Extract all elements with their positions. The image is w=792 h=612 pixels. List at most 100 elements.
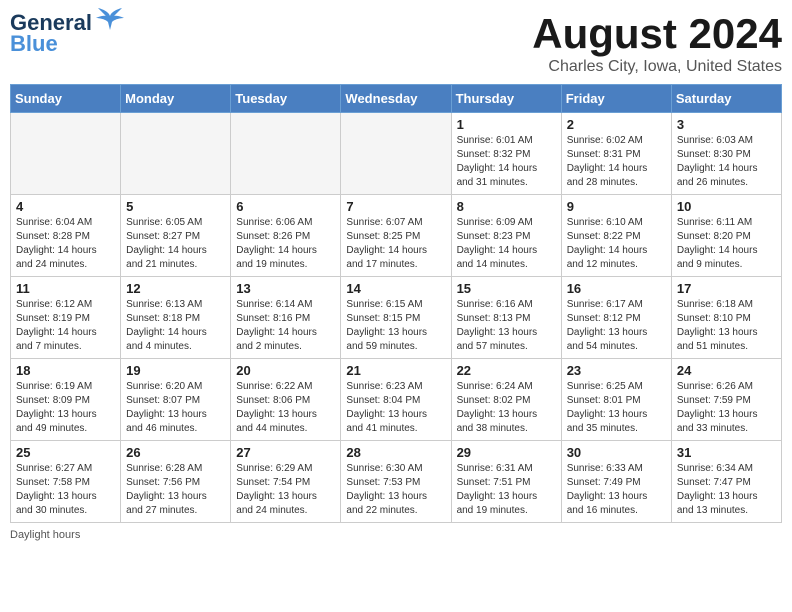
calendar-cell: 21 Sunrise: 6:23 AM Sunset: 8:04 PM Dayli… — [341, 359, 451, 441]
day-info: Sunrise: 6:18 AM Sunset: 8:10 PM Dayligh… — [677, 299, 758, 352]
day-number: 1 — [457, 117, 556, 132]
calendar-cell: 7Sunrise: 6:07 AM Sunset: 8:25 PM Daylig… — [341, 195, 451, 277]
day-info: Sunrise: 6:01 AM Sunset: 8:32 PM Dayligh… — [457, 135, 538, 188]
day-number: 24 — [677, 363, 776, 378]
day-info: Sunrise: 6:14 AM Sunset: 8:16 PM Dayligh… — [236, 299, 317, 352]
day-info: Sunrise: 6:06 AM Sunset: 8:26 PM Dayligh… — [236, 217, 317, 270]
day-number: 4 — [16, 199, 115, 214]
day-info: Sunrise: 6:16 AM Sunset: 8:13 PM Dayligh… — [457, 299, 538, 352]
calendar-cell: 15 Sunrise: 6:16 AM Sunset: 8:13 PM Dayli… — [451, 277, 561, 359]
col-thursday: Thursday — [451, 85, 561, 113]
calendar-cell: 13 Sunrise: 6:14 AM Sunset: 8:16 PM Dayli… — [231, 277, 341, 359]
calendar-cell: 20 Sunrise: 6:22 AM Sunset: 8:06 PM Dayli… — [231, 359, 341, 441]
calendar-table: Sunday Monday Tuesday Wednesday Thursday… — [10, 84, 782, 523]
calendar-title: August 2024 — [532, 10, 782, 58]
day-info: Sunrise: 6:20 AM Sunset: 8:07 PM Dayligh… — [126, 381, 207, 434]
week-row-0: 1 Sunrise: 6:01 AM Sunset: 8:32 PM Daylig… — [11, 113, 782, 195]
calendar-cell: 17Sunrise: 6:18 AM Sunset: 8:10 PM Dayli… — [671, 277, 781, 359]
day-info: Sunrise: 6:12 AM Sunset: 8:19 PM Dayligh… — [16, 299, 97, 352]
day-info: Sunrise: 6:04 AM Sunset: 8:28 PM Dayligh… — [16, 217, 97, 270]
day-number: 13 — [236, 281, 335, 296]
day-info: Sunrise: 6:30 AM Sunset: 7:53 PM Dayligh… — [346, 463, 427, 516]
calendar-cell: 4 Sunrise: 6:04 AM Sunset: 8:28 PM Daylig… — [11, 195, 121, 277]
day-number: 23 — [567, 363, 666, 378]
calendar-cell: 16Sunrise: 6:17 AM Sunset: 8:12 PM Dayli… — [561, 277, 671, 359]
calendar-body: 1 Sunrise: 6:01 AM Sunset: 8:32 PM Daylig… — [11, 113, 782, 523]
title-area: August 2024 Charles City, Iowa, United S… — [532, 10, 782, 76]
day-info: Sunrise: 6:11 AM Sunset: 8:20 PM Dayligh… — [677, 217, 758, 270]
day-info: Sunrise: 6:13 AM Sunset: 8:18 PM Dayligh… — [126, 299, 207, 352]
day-info: Sunrise: 6:24 AM Sunset: 8:02 PM Dayligh… — [457, 381, 538, 434]
calendar-cell: 30 Sunrise: 6:33 AM Sunset: 7:49 PM Dayli… — [561, 441, 671, 523]
day-number: 9 — [567, 199, 666, 214]
calendar-cell: 26Sunrise: 6:28 AM Sunset: 7:56 PM Dayli… — [121, 441, 231, 523]
day-number: 5 — [126, 199, 225, 214]
day-number: 2 — [567, 117, 666, 132]
day-number: 14 — [346, 281, 445, 296]
calendar-cell: 29Sunrise: 6:31 AM Sunset: 7:51 PM Dayli… — [451, 441, 561, 523]
day-info: Sunrise: 6:09 AM Sunset: 8:23 PM Dayligh… — [457, 217, 538, 270]
calendar-cell: 31 Sunrise: 6:34 AM Sunset: 7:47 PM Dayli… — [671, 441, 781, 523]
day-info: Sunrise: 6:27 AM Sunset: 7:58 PM Dayligh… — [16, 463, 97, 516]
day-number: 6 — [236, 199, 335, 214]
day-info: Sunrise: 6:07 AM Sunset: 8:25 PM Dayligh… — [346, 217, 427, 270]
day-info: Sunrise: 6:34 AM Sunset: 7:47 PM Dayligh… — [677, 463, 758, 516]
calendar-cell: 8 Sunrise: 6:09 AM Sunset: 8:23 PM Daylig… — [451, 195, 561, 277]
calendar-cell — [11, 113, 121, 195]
day-number: 16 — [567, 281, 666, 296]
day-number: 11 — [16, 281, 115, 296]
calendar-cell: 2Sunrise: 6:02 AM Sunset: 8:31 PM Daylig… — [561, 113, 671, 195]
day-info: Sunrise: 6:23 AM Sunset: 8:04 PM Dayligh… — [346, 381, 427, 434]
header: General Blue August 2024 Charles City, I… — [10, 10, 782, 76]
day-number: 28 — [346, 445, 445, 460]
day-info: Sunrise: 6:26 AM Sunset: 7:59 PM Dayligh… — [677, 381, 758, 434]
calendar-cell: 11 Sunrise: 6:12 AM Sunset: 8:19 PM Dayli… — [11, 277, 121, 359]
day-number: 21 — [346, 363, 445, 378]
calendar-cell: 27Sunrise: 6:29 AM Sunset: 7:54 PM Dayli… — [231, 441, 341, 523]
calendar-cell: 5 Sunrise: 6:05 AM Sunset: 8:27 PM Daylig… — [121, 195, 231, 277]
week-row-1: 4 Sunrise: 6:04 AM Sunset: 8:28 PM Daylig… — [11, 195, 782, 277]
logo-bird-icon — [96, 8, 124, 36]
col-friday: Friday — [561, 85, 671, 113]
day-info: Sunrise: 6:05 AM Sunset: 8:27 PM Dayligh… — [126, 217, 207, 270]
day-number: 31 — [677, 445, 776, 460]
col-wednesday: Wednesday — [341, 85, 451, 113]
calendar-cell: 19 Sunrise: 6:20 AM Sunset: 8:07 PM Dayli… — [121, 359, 231, 441]
calendar-cell: 10 Sunrise: 6:11 AM Sunset: 8:20 PM Dayli… — [671, 195, 781, 277]
calendar-subtitle: Charles City, Iowa, United States — [532, 58, 782, 76]
col-sunday: Sunday — [11, 85, 121, 113]
day-info: Sunrise: 6:19 AM Sunset: 8:09 PM Dayligh… — [16, 381, 97, 434]
day-info: Sunrise: 6:25 AM Sunset: 8:01 PM Dayligh… — [567, 381, 648, 434]
calendar-cell: 23 Sunrise: 6:25 AM Sunset: 8:01 PM Dayli… — [561, 359, 671, 441]
calendar-cell: 25 Sunrise: 6:27 AM Sunset: 7:58 PM Dayli… — [11, 441, 121, 523]
day-number: 25 — [16, 445, 115, 460]
day-number: 27 — [236, 445, 335, 460]
week-row-4: 25 Sunrise: 6:27 AM Sunset: 7:58 PM Dayli… — [11, 441, 782, 523]
week-row-3: 18Sunrise: 6:19 AM Sunset: 8:09 PM Dayli… — [11, 359, 782, 441]
day-info: Sunrise: 6:28 AM Sunset: 7:56 PM Dayligh… — [126, 463, 207, 516]
day-info: Sunrise: 6:33 AM Sunset: 7:49 PM Dayligh… — [567, 463, 648, 516]
calendar-cell — [231, 113, 341, 195]
day-info: Sunrise: 6:22 AM Sunset: 8:06 PM Dayligh… — [236, 381, 317, 434]
day-number: 3 — [677, 117, 776, 132]
day-number: 29 — [457, 445, 556, 460]
calendar-cell: 3Sunrise: 6:03 AM Sunset: 8:30 PM Daylig… — [671, 113, 781, 195]
day-number: 19 — [126, 363, 225, 378]
calendar-cell — [341, 113, 451, 195]
day-number: 15 — [457, 281, 556, 296]
logo: General Blue — [10, 10, 124, 56]
calendar-cell: 14 Sunrise: 6:15 AM Sunset: 8:15 PM Dayli… — [341, 277, 451, 359]
day-number: 22 — [457, 363, 556, 378]
col-saturday: Saturday — [671, 85, 781, 113]
day-number: 10 — [677, 199, 776, 214]
day-number: 30 — [567, 445, 666, 460]
calendar-cell: 9Sunrise: 6:10 AM Sunset: 8:22 PM Daylig… — [561, 195, 671, 277]
day-number: 12 — [126, 281, 225, 296]
calendar-cell: 24 Sunrise: 6:26 AM Sunset: 7:59 PM Dayli… — [671, 359, 781, 441]
calendar-cell — [121, 113, 231, 195]
day-info: Sunrise: 6:15 AM Sunset: 8:15 PM Dayligh… — [346, 299, 427, 352]
day-number: 20 — [236, 363, 335, 378]
calendar-cell: 28 Sunrise: 6:30 AM Sunset: 7:53 PM Dayli… — [341, 441, 451, 523]
week-row-2: 11 Sunrise: 6:12 AM Sunset: 8:19 PM Dayli… — [11, 277, 782, 359]
day-number: 8 — [457, 199, 556, 214]
